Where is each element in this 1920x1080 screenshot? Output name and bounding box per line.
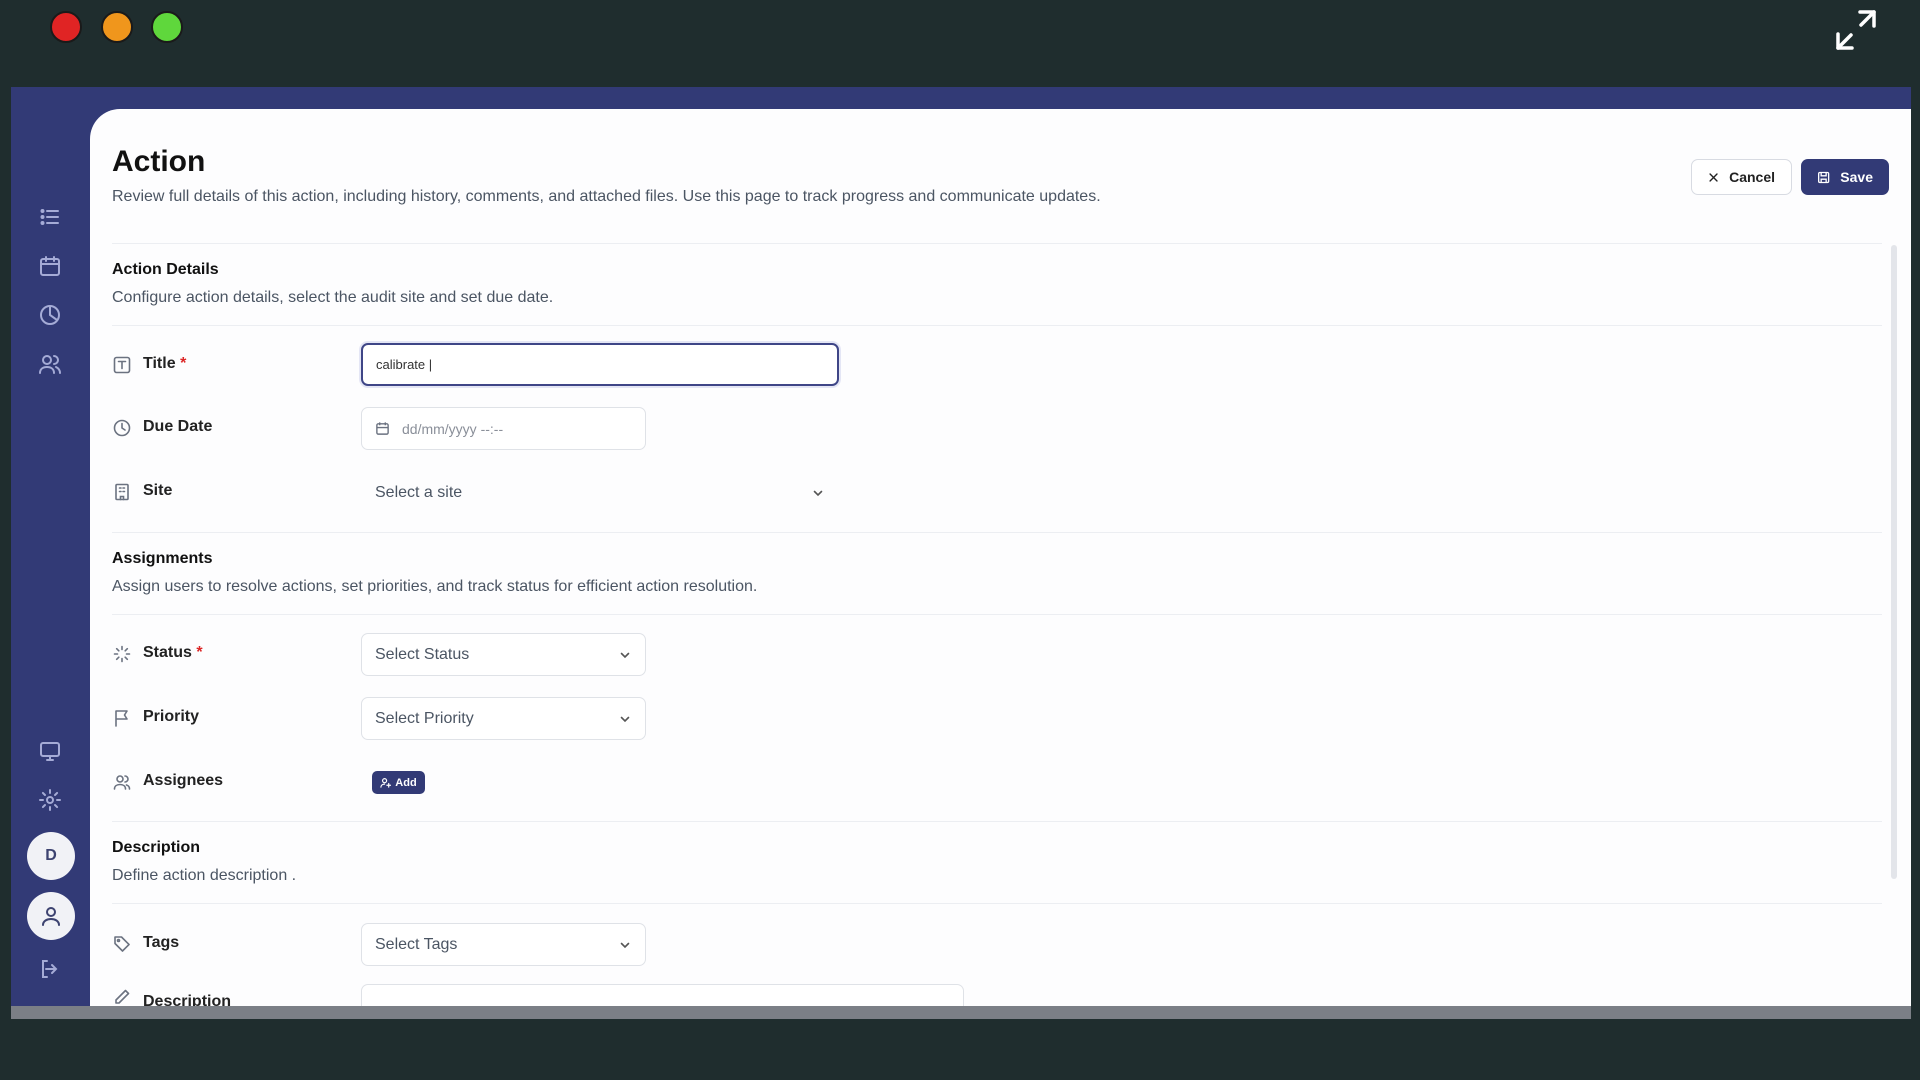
title-input-value: calibrate | [376,357,433,372]
divider [112,243,1882,244]
tags-label: Tags [143,934,180,951]
users-icon [113,773,131,791]
building-icon [113,483,131,501]
bottom-strip [11,1006,1911,1019]
close-icon [1709,172,1718,182]
main-panel: Action Review full details of this actio… [90,109,1911,1019]
tags-select[interactable]: Select Tags [361,923,646,966]
due-date-label: Due Date [143,418,213,435]
save-icon [1817,171,1830,183]
assignees-label: Assignees [143,772,224,789]
calendar-icon[interactable] [38,254,62,278]
save-label: Save [1840,169,1873,185]
chevron-down-icon [620,942,630,948]
site-placeholder: Select a site [375,484,463,501]
add-assignee-button[interactable]: Add [372,771,425,794]
tag-icon [113,935,131,953]
divider [112,532,1882,533]
divider [112,325,1882,326]
chevron-down-icon [813,490,823,497]
section-subtitle-details: Configure action details, select the aud… [112,289,554,306]
minimize-window-button[interactable] [101,11,133,43]
monitor-icon[interactable] [38,739,62,763]
text-type-icon [113,356,131,374]
app-window: D Action Review full details of this act… [11,87,1911,1019]
site-select[interactable]: Select a site [375,478,825,508]
chevron-down-icon [620,716,630,722]
status-select[interactable]: Select Status [361,633,646,676]
section-subtitle-description: Define action description . [112,867,297,884]
status-label-text: Status [143,644,192,661]
title-input[interactable]: calibrate | [361,343,839,386]
cancel-button[interactable]: Cancel [1691,159,1792,195]
users-icon[interactable] [38,352,62,376]
clock-icon [113,419,131,437]
section-title-description: Description [112,839,201,856]
priority-label: Priority [143,708,200,725]
close-window-button[interactable] [50,11,82,43]
page-subtitle: Review full details of this action, incl… [112,188,1101,205]
divider [112,903,1882,904]
pencil-icon [113,988,131,1006]
title-label: Title * [143,355,186,373]
due-date-input[interactable]: dd/mm/yyyy --:-- [361,407,646,450]
priority-select[interactable]: Select Priority [361,697,646,740]
status-placeholder: Select Status [375,645,470,663]
save-button[interactable]: Save [1801,159,1889,195]
cancel-label: Cancel [1729,169,1775,185]
title-label-text: Title [143,355,176,372]
required-marker: * [180,355,187,372]
chart-pie-icon[interactable] [38,303,62,327]
divider [112,614,1882,615]
status-label: Status * [143,644,203,662]
due-date-placeholder: dd/mm/yyyy --:-- [402,420,504,437]
section-subtitle-assignments: Assign users to resolve actions, set pri… [112,578,758,595]
logout-icon[interactable] [38,957,62,981]
section-title-details: Action Details [112,261,219,278]
section-title-assignments: Assignments [112,550,213,567]
list-icon[interactable] [38,205,62,229]
maximize-window-button[interactable] [151,11,183,43]
tags-placeholder: Select Tags [375,935,458,953]
site-label: Site [143,482,173,499]
required-marker: * [196,644,203,661]
fullscreen-icon[interactable] [1834,8,1878,52]
divider [112,821,1882,822]
chevron-down-icon [620,652,630,658]
priority-placeholder: Select Priority [375,709,474,727]
scrollbar[interactable] [1891,245,1897,879]
user-initial-avatar[interactable]: D [27,832,75,880]
profile-avatar[interactable] [27,892,75,940]
add-label: Add [395,776,417,789]
page-title: Action [112,145,206,178]
flag-icon [113,709,131,727]
gear-icon[interactable] [38,788,62,812]
sidebar: D [11,87,90,1019]
user-plus-icon [380,778,392,788]
loader-icon [113,645,131,663]
calendar-icon [376,422,389,435]
